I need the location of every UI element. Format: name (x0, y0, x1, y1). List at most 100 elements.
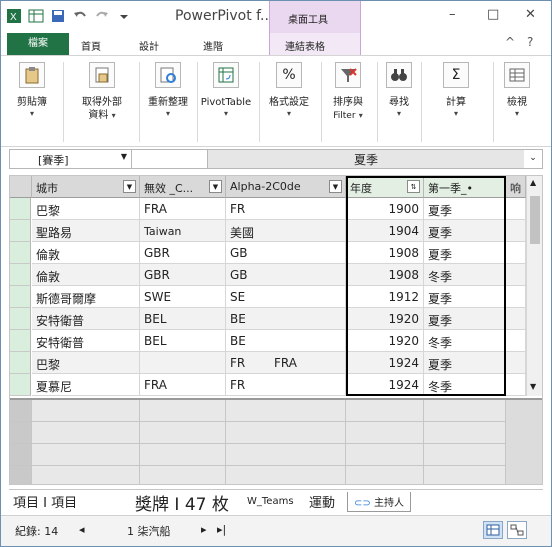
sheet-tab-sports[interactable]: 運動 (309, 492, 335, 512)
sort-filter-icon[interactable]: ⇅ (407, 180, 420, 193)
cell-next[interactable] (506, 198, 526, 220)
row-selector[interactable] (10, 220, 31, 242)
tab-advanced[interactable]: 進階 (203, 38, 223, 53)
row-selector[interactable] (10, 352, 31, 374)
cell-city[interactable]: 安特衛普 (32, 330, 140, 352)
sheet-tab-medals[interactable]: 獎牌 I 47 枚 (135, 490, 229, 515)
cell-noc[interactable]: FRA (140, 198, 226, 220)
scroll-down-icon[interactable]: ▼ (530, 382, 536, 391)
filter-dropdown-icon[interactable]: ▼ (123, 180, 136, 193)
table-icon[interactable] (27, 7, 45, 25)
cell-city[interactable]: 巴黎 (32, 352, 140, 374)
cell-season[interactable]: 夏季 (424, 242, 506, 264)
row-selector[interactable] (10, 286, 31, 308)
filter-dropdown-icon[interactable]: ▼ (209, 180, 222, 193)
select-all-corner[interactable] (10, 176, 32, 198)
calculation-button[interactable]: Σ 計算 ▾ (423, 60, 489, 142)
save-icon[interactable] (49, 7, 67, 25)
cell-noc[interactable] (140, 352, 226, 374)
clipboard-button[interactable]: 剪貼簿 ▾ (7, 60, 57, 142)
cell-next[interactable] (506, 242, 526, 264)
row-selector[interactable] (10, 198, 31, 220)
column-header-season[interactable]: 第一季_• (424, 176, 506, 198)
calc-cell[interactable] (346, 422, 424, 444)
cell-noc[interactable]: Taiwan (140, 220, 226, 242)
cell-city[interactable]: 倫敦 (32, 242, 140, 264)
cell-next[interactable] (506, 308, 526, 330)
row-selector[interactable] (10, 308, 31, 330)
calc-cell[interactable] (140, 400, 226, 422)
calc-cell[interactable] (226, 444, 346, 466)
redo-icon[interactable] (93, 7, 111, 25)
vertical-scrollbar[interactable]: ▲ ▼ (526, 176, 542, 396)
excel-icon[interactable]: X (5, 7, 23, 25)
calc-cell[interactable] (140, 466, 226, 484)
calc-cell[interactable] (226, 400, 346, 422)
calc-cell[interactable] (424, 466, 506, 484)
column-header-alpha2[interactable]: Alpha-2C0de ▼ (226, 176, 346, 198)
row-selector[interactable] (10, 330, 31, 352)
cell-season[interactable]: 冬季 (424, 374, 506, 396)
calc-cell[interactable] (32, 444, 140, 466)
calc-cell[interactable] (32, 400, 140, 422)
scroll-up-icon[interactable]: ▲ (530, 178, 536, 187)
data-view-button[interactable] (483, 521, 503, 539)
tab-linked-table[interactable]: 連結表格 (285, 38, 325, 53)
minimize-button[interactable]: – (449, 7, 456, 22)
cell-noc[interactable]: GBR (140, 242, 226, 264)
cell-season[interactable]: 夏季 (424, 308, 506, 330)
nav-first-button[interactable]: ◂ (79, 523, 85, 536)
calc-cell[interactable] (424, 400, 506, 422)
calc-cell[interactable] (32, 466, 140, 484)
cell-city[interactable]: 安特衛普 (32, 308, 140, 330)
scroll-thumb[interactable] (530, 196, 540, 244)
cell-alpha2[interactable]: SE (226, 286, 346, 308)
row-selector[interactable] (10, 242, 31, 264)
formula-content[interactable]: 夏季 (208, 150, 524, 168)
chevron-down-icon[interactable]: ▼ (121, 152, 127, 161)
cell-year[interactable]: 1924 (346, 374, 424, 396)
cell-season[interactable]: 夏季 (424, 220, 506, 242)
calc-cell[interactable] (226, 466, 346, 484)
cell-alpha2[interactable]: GB (226, 264, 346, 286)
view-button[interactable]: 檢視 ▾ (495, 60, 539, 142)
calc-cell[interactable] (140, 422, 226, 444)
cell-next[interactable] (506, 330, 526, 352)
row-selector[interactable] (10, 264, 31, 286)
cell-alpha2[interactable]: 美國 (226, 220, 346, 242)
customize-qat-icon[interactable] (115, 7, 133, 25)
calculation-area[interactable] (10, 398, 542, 484)
nav-next-button[interactable]: ▸ (201, 523, 207, 536)
column-header-city[interactable]: 城市 ▼ (32, 176, 140, 198)
column-header-noc[interactable]: 無效 _C... ▼ (140, 176, 226, 198)
cell-noc[interactable]: BEL (140, 308, 226, 330)
tab-design[interactable]: 設計 (139, 38, 159, 53)
cell-year[interactable]: 1908 (346, 264, 424, 286)
cell-noc[interactable]: BEL (140, 330, 226, 352)
cell-next[interactable] (506, 352, 526, 374)
undo-icon[interactable] (71, 7, 89, 25)
cell-year[interactable]: 1920 (346, 330, 424, 352)
row-selector[interactable] (10, 374, 31, 396)
format-button[interactable]: % 格式設定 ▾ (261, 60, 317, 142)
find-button[interactable]: 尋找 ▾ (379, 60, 419, 142)
close-button[interactable]: ✕ (525, 7, 536, 22)
cell-year[interactable]: 1920 (346, 308, 424, 330)
cell-alpha2[interactable]: BE (226, 308, 346, 330)
calc-cell[interactable] (346, 400, 424, 422)
diagram-view-button[interactable] (507, 521, 527, 539)
cell-city[interactable]: 夏慕尼 (32, 374, 140, 396)
cell-year[interactable]: 1924 (346, 352, 424, 374)
cell-city[interactable]: 倫敦 (32, 264, 140, 286)
cell-season[interactable]: 夏季 (424, 352, 506, 374)
sheet-tab-events[interactable]: 項目 I 項目 (13, 492, 77, 512)
tab-file[interactable]: 檔案 (7, 33, 69, 55)
cell-year[interactable]: 1900 (346, 198, 424, 220)
column-header-year[interactable]: 年度 ⇅ (346, 176, 424, 198)
cell-year[interactable]: 1912 (346, 286, 424, 308)
cell-season[interactable]: 冬季 (424, 264, 506, 286)
cell-alpha2[interactable]: FR (226, 198, 346, 220)
cell-noc[interactable]: GBR (140, 264, 226, 286)
cell-alpha2[interactable]: BE (226, 330, 346, 352)
nav-last-button[interactable]: ▸| (217, 523, 226, 536)
